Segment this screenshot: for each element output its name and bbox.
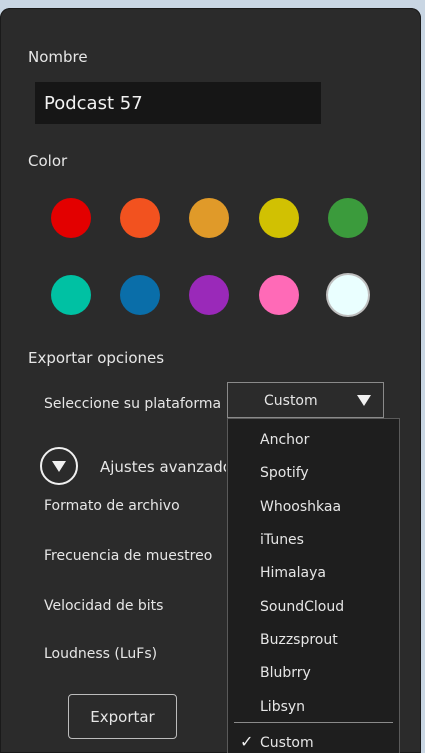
name-label: Nombre	[28, 48, 88, 66]
platform-select-value: Custom	[264, 393, 318, 409]
menu-item-custom[interactable]: Custom	[260, 735, 314, 751]
color-label: Color	[28, 152, 68, 170]
color-swatch-purple[interactable]	[189, 275, 229, 315]
menu-item-blubrry[interactable]: Blubrry	[260, 665, 311, 681]
platform-label: Seleccione su plataforma	[44, 396, 222, 412]
menu-item-himalaya[interactable]: Himalaya	[260, 565, 326, 581]
color-swatch-yellow[interactable]	[259, 198, 299, 238]
menu-item-soundcloud[interactable]: SoundCloud	[260, 599, 344, 615]
platform-select[interactable]: Custom	[227, 382, 384, 418]
chevron-down-icon	[52, 461, 66, 472]
dropdown-triangle-icon	[357, 395, 371, 406]
sample-rate-label: Frecuencia de muestreo	[44, 548, 213, 564]
platform-dropdown-menu: Anchor Spotify Whooshkaa iTunes Himalaya…	[227, 418, 400, 753]
color-swatch-amber[interactable]	[189, 198, 229, 238]
advanced-settings-toggle[interactable]	[40, 447, 78, 485]
file-format-label: Formato de archivo	[44, 498, 180, 514]
export-options-label: Exportar opciones	[28, 349, 165, 367]
color-swatch-orange[interactable]	[120, 198, 160, 238]
menu-item-buzzsprout[interactable]: Buzzsprout	[260, 632, 338, 648]
color-swatch-teal[interactable]	[51, 275, 91, 315]
menu-item-libsyn[interactable]: Libsyn	[260, 699, 305, 715]
name-input[interactable]	[35, 82, 321, 124]
color-swatch-white[interactable]	[328, 275, 368, 315]
color-swatch-red[interactable]	[51, 198, 91, 238]
loudness-label: Loudness (LuFs)	[44, 646, 158, 662]
menu-item-itunes[interactable]: iTunes	[260, 532, 304, 548]
menu-item-anchor[interactable]: Anchor	[260, 432, 309, 448]
advanced-settings-label: Ajustes avanzados	[100, 458, 226, 476]
color-swatch-green[interactable]	[328, 198, 368, 238]
bitrate-label: Velocidad de bits	[44, 598, 164, 614]
color-swatch-blue[interactable]	[120, 275, 160, 315]
menu-item-spotify[interactable]: Spotify	[260, 465, 309, 481]
checkmark-icon: ✓	[240, 732, 254, 751]
menu-item-whooshkaa[interactable]: Whooshkaa	[260, 499, 341, 515]
menu-divider	[234, 722, 393, 723]
color-swatch-pink[interactable]	[259, 275, 299, 315]
export-button[interactable]: Exportar	[68, 694, 177, 739]
